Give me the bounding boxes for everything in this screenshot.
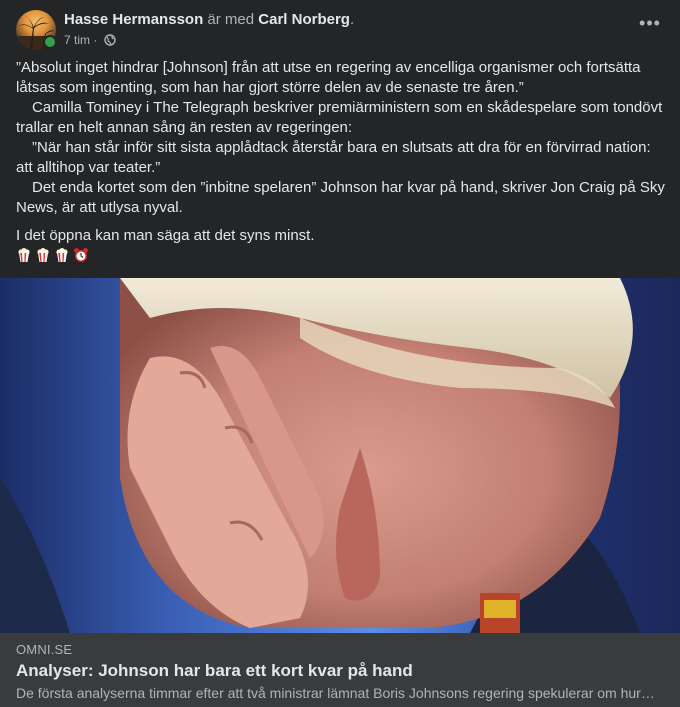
popcorn-icon bbox=[35, 247, 51, 263]
man-face-palm-photo bbox=[0, 278, 680, 633]
paragraph-2: Camilla Tominey i The Telegraph beskrive… bbox=[16, 99, 663, 136]
paragraph-5: I det öppna kan man säga att det syns mi… bbox=[16, 227, 315, 244]
meta-separator: · bbox=[93, 33, 98, 47]
tagged-name[interactable]: Carl Norberg bbox=[258, 11, 350, 28]
paragraph-4: Det enda kortet som den ”inbitne spelare… bbox=[16, 179, 665, 216]
emoji-row bbox=[16, 247, 92, 265]
author-line: Hasse Hermansson är med Carl Norberg. bbox=[64, 11, 354, 29]
link-preview[interactable]: OMNI.SE Analyser: Johnson har bara ett k… bbox=[0, 633, 680, 707]
facebook-post: Hasse Hermansson är med Carl Norberg. 7 … bbox=[0, 0, 680, 707]
link-domain: OMNI.SE bbox=[16, 642, 73, 657]
post-time[interactable]: 7 tim bbox=[64, 33, 90, 47]
online-status-dot bbox=[43, 35, 57, 49]
popcorn-icon bbox=[54, 247, 70, 263]
post-meta: 7 tim · bbox=[64, 32, 116, 50]
link-description: De första analyserna timmar efter att tv… bbox=[16, 685, 656, 701]
post-header: Hasse Hermansson är med Carl Norberg. 7 … bbox=[16, 10, 664, 52]
popcorn-icon bbox=[16, 247, 32, 263]
period: . bbox=[349, 11, 355, 28]
paragraph-3: ”När han står inför sitt sista applådtac… bbox=[16, 139, 651, 176]
alarm-clock-icon bbox=[73, 247, 89, 263]
more-options-button[interactable]: ••• bbox=[636, 13, 664, 36]
globe-icon bbox=[104, 34, 116, 50]
more-horizontal-icon: ••• bbox=[639, 13, 661, 33]
paragraph-1: ”Absolut inget hindrar [Johnson] från at… bbox=[16, 59, 641, 96]
with-text: är med bbox=[207, 11, 255, 28]
author-avatar[interactable] bbox=[16, 10, 57, 50]
author-name[interactable]: Hasse Hermansson bbox=[64, 11, 203, 28]
post-image[interactable] bbox=[0, 278, 680, 633]
link-title[interactable]: Analyser: Johnson har bara ett kort kvar… bbox=[16, 661, 413, 681]
post-body: ”Absolut inget hindrar [Johnson] från at… bbox=[16, 58, 666, 246]
